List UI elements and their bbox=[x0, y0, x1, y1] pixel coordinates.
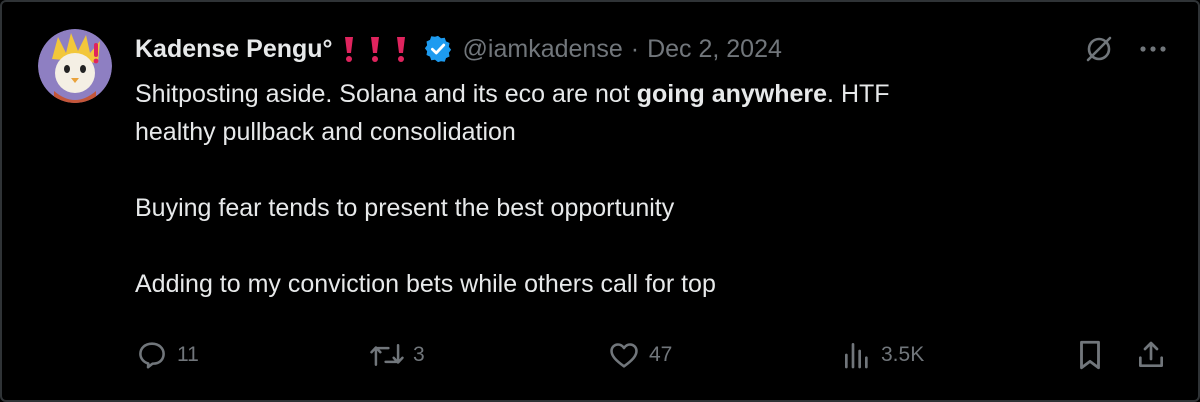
more-icon[interactable] bbox=[1140, 45, 1166, 53]
share-icon bbox=[1139, 341, 1163, 367]
like-icon bbox=[610, 343, 638, 368]
repost-count: 3 bbox=[413, 343, 425, 366]
bookmark-icon bbox=[1080, 340, 1100, 370]
header-separator: · bbox=[630, 34, 640, 63]
like-count: 47 bbox=[649, 343, 673, 366]
avatar-image bbox=[38, 29, 112, 103]
action-bar: 11 3 47 3.5K bbox=[135, 338, 1163, 374]
reply-count: 11 bbox=[177, 343, 199, 366]
top-right-actions bbox=[1084, 34, 1166, 64]
reply-icon bbox=[139, 342, 165, 369]
tweet-line: Adding to my conviction bets while other… bbox=[135, 270, 716, 298]
bold-phrase: going anywhere bbox=[636, 80, 828, 108]
tweet-line: healthy pullback and consolidation bbox=[135, 118, 516, 146]
post-date[interactable]: Dec 2, 2024 bbox=[647, 35, 782, 64]
like-button[interactable]: 47 bbox=[607, 338, 672, 372]
views-count: 3.5K bbox=[881, 343, 925, 366]
views-icon bbox=[845, 343, 868, 369]
share-button[interactable] bbox=[1135, 338, 1167, 372]
tweet-card[interactable]: Kadense Pengu° @iamkadense · Dec 2, 2024 bbox=[0, 0, 1200, 402]
views-button[interactable]: 3.5K bbox=[841, 338, 924, 372]
repost-icon bbox=[370, 344, 404, 366]
exclamation-icon bbox=[395, 35, 407, 63]
tweet-line: Buying fear tends to present the best op… bbox=[135, 194, 675, 222]
author-name[interactable]: Kadense Pengu° bbox=[135, 35, 333, 64]
reply-button[interactable]: 11 bbox=[135, 338, 199, 372]
tweet-text: Shitposting aside. Solana and its eco ar… bbox=[135, 75, 1115, 303]
tweet-header: Kadense Pengu° @iamkadense · Dec 2, 2024 bbox=[135, 32, 782, 66]
exclamation-icon bbox=[369, 35, 381, 63]
name-emoji-group bbox=[343, 35, 407, 63]
repost-button[interactable]: 3 bbox=[369, 338, 425, 372]
verified-badge-icon[interactable] bbox=[423, 34, 453, 64]
exclamation-icon bbox=[343, 35, 355, 63]
author-handle[interactable]: @iamkadense bbox=[463, 35, 623, 64]
bookmark-button[interactable] bbox=[1075, 338, 1105, 372]
avatar[interactable] bbox=[38, 29, 112, 103]
tweet-line: Shitposting aside. Solana and its eco ar… bbox=[135, 80, 890, 108]
grok-icon[interactable] bbox=[1084, 34, 1114, 64]
